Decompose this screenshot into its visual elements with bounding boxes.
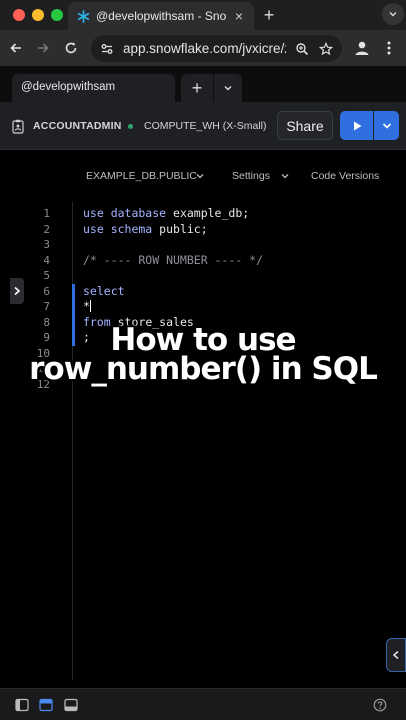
chevron-down-icon[interactable]	[195, 171, 205, 181]
profile-icon[interactable]	[353, 39, 371, 57]
arrow-right-icon	[38, 43, 49, 53]
maximize-window-button[interactable]	[51, 9, 63, 21]
browser-tab-strip: @developwithsam - Snowflake × +	[0, 0, 406, 30]
browser-toolbar: app.snowflake.com/jvxicre/z...	[0, 30, 406, 66]
back-button[interactable]	[8, 40, 24, 56]
close-tab-icon[interactable]: ×	[232, 8, 246, 24]
play-icon	[353, 121, 361, 130]
code-text: *	[83, 299, 90, 313]
minimize-window-button[interactable]	[32, 9, 44, 21]
code-keyword: select	[83, 284, 125, 298]
line-number: 3	[43, 238, 50, 251]
run-button[interactable]	[340, 111, 373, 140]
role-selector[interactable]: ACCOUNTADMIN	[33, 120, 122, 132]
line-number: 4	[43, 254, 50, 267]
site-settings-icon[interactable]	[99, 41, 115, 57]
chevron-down-icon	[382, 122, 391, 129]
chevron-left-icon	[392, 650, 399, 660]
browser-tab-title: @developwithsam - Snowflake	[96, 9, 226, 23]
run-options-button[interactable]	[374, 111, 399, 140]
expand-sidebar-button[interactable]	[10, 278, 24, 304]
share-button[interactable]: Share	[277, 111, 333, 140]
code-keyword: use database	[83, 206, 167, 220]
toggle-results-panel-icon[interactable]	[39, 698, 53, 712]
chevron-down-icon	[224, 86, 232, 91]
worksheet-tab[interactable]: @developwithsam	[12, 74, 175, 102]
line-number: 5	[43, 269, 50, 282]
worksheet-tab-bar: @developwithsam +	[0, 66, 406, 102]
toggle-bottom-panel-icon[interactable]	[64, 698, 78, 712]
arrow-left-icon	[10, 43, 21, 53]
expand-panel-button[interactable]	[386, 638, 406, 672]
line-number: 7	[43, 300, 50, 313]
code-line: use database example_db;	[83, 206, 249, 220]
reload-button[interactable]	[63, 40, 79, 56]
editor-header: EXAMPLE_DB.PUBLIC Settings Code Versions	[12, 150, 406, 202]
code-versions-button[interactable]: Code Versions	[311, 170, 379, 182]
role-icon	[12, 119, 24, 134]
snowflake-icon	[76, 9, 90, 23]
code-line: *	[83, 299, 91, 313]
browser-menu-icon[interactable]	[384, 39, 394, 57]
forward-button[interactable]	[35, 40, 51, 56]
code-text: example_db;	[166, 206, 250, 220]
browser-tab[interactable]: @developwithsam - Snowflake ×	[68, 2, 254, 30]
database-context-selector[interactable]: EXAMPLE_DB.PUBLIC	[86, 170, 197, 182]
close-window-button[interactable]	[13, 9, 25, 21]
code-text: public;	[152, 222, 208, 236]
url-text: app.snowflake.com/jvxicre/z...	[123, 41, 286, 56]
gutter-divider	[72, 202, 73, 680]
chevron-down-icon	[389, 12, 397, 17]
chevron-down-icon[interactable]	[280, 171, 290, 181]
add-worksheet-button[interactable]: +	[181, 74, 213, 102]
sql-editor[interactable]: EXAMPLE_DB.PUBLIC Settings Code Versions…	[12, 150, 406, 680]
chevron-right-icon	[14, 286, 21, 296]
text-cursor	[89, 300, 91, 312]
bookmark-star-icon[interactable]	[318, 41, 334, 57]
address-bar[interactable]: app.snowflake.com/jvxicre/z...	[91, 35, 342, 62]
warehouse-status-dot	[128, 124, 133, 129]
worksheet-menu-button[interactable]	[214, 74, 242, 102]
caption-line-2: row_number() in SQL	[29, 351, 378, 387]
warehouse-selector[interactable]: COMPUTE_WH (X-Small)	[144, 120, 267, 132]
help-icon[interactable]	[373, 698, 387, 712]
code-keyword: use schema	[83, 222, 153, 236]
line-number: 2	[43, 223, 50, 236]
code-line: use schema public;	[83, 222, 208, 236]
bottom-toolbar	[0, 688, 406, 720]
reload-icon	[65, 42, 77, 54]
line-number: 6	[43, 285, 50, 298]
zoom-icon[interactable]	[294, 41, 310, 57]
tab-search-button[interactable]	[382, 3, 404, 25]
line-number: 1	[43, 207, 50, 220]
settings-menu[interactable]: Settings	[232, 170, 270, 182]
toggle-left-panel-icon[interactable]	[15, 698, 29, 712]
code-comment: /* ---- ROW NUMBER ---- */	[83, 253, 264, 267]
new-tab-button[interactable]: +	[260, 5, 278, 26]
